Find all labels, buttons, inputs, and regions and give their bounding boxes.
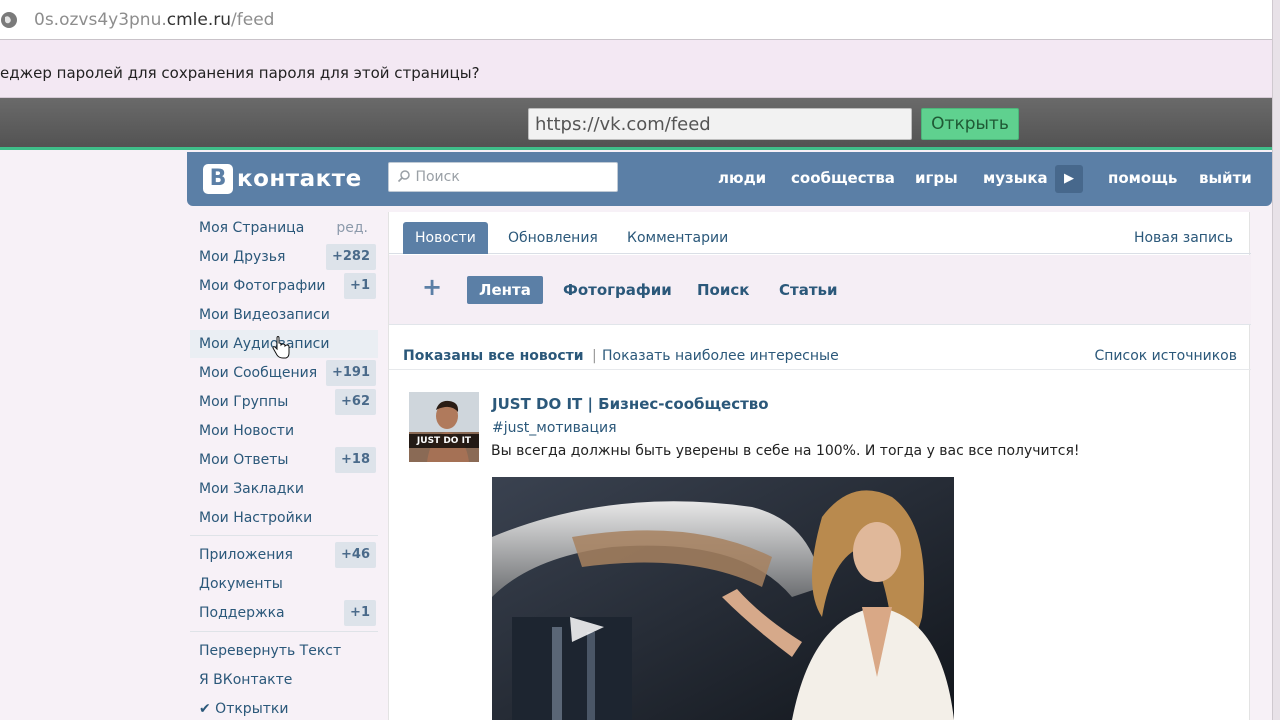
avatar-image [409, 392, 479, 462]
new-post-link[interactable]: Новая запись [1134, 230, 1233, 246]
nav-help[interactable]: помощь [1108, 169, 1177, 187]
menu-apps[interactable]: Приложения +46 [190, 541, 378, 569]
count-badge: +282 [325, 244, 376, 270]
edit-link[interactable]: ред. [336, 220, 368, 236]
filter-all-news[interactable]: Показаны все новости [403, 348, 584, 364]
menu-i-vkontakte[interactable]: Я ВКонтакте [190, 666, 378, 694]
browser-scrollbar[interactable] [1272, 0, 1280, 720]
menu-my-videos[interactable]: Мои Видеозаписи [190, 301, 378, 329]
vk-logo[interactable]: В контакте [203, 164, 362, 194]
vk-header: В контакте Поиск люди сообщества игры му… [187, 152, 1272, 206]
browser-address-bar: 0s.ozvs4y3pnu.cmle.ru/feed [0, 0, 1280, 40]
password-manager-bar: еджер паролей для сохранения пароля для … [0, 40, 1272, 98]
count-badge: +1 [344, 273, 376, 299]
post-author-avatar[interactable]: JUST DO IT [409, 392, 479, 462]
menu-support[interactable]: Поддержка +1 [190, 599, 378, 627]
tab-news[interactable]: Новости [403, 222, 488, 254]
count-badge: +18 [335, 447, 376, 473]
menu-divider [190, 631, 378, 632]
subtab-articles[interactable]: Статьи [767, 276, 850, 304]
site-info-icon[interactable] [0, 10, 20, 30]
news-feed: Новости Обновления Комментарии Новая зап… [388, 212, 1251, 720]
tab-updates[interactable]: Обновления [496, 222, 610, 254]
nav-games[interactable]: игры [915, 169, 958, 187]
add-list-icon[interactable]: + [422, 275, 442, 299]
menu-my-friends[interactable]: Мои Друзья +282 [190, 243, 378, 271]
count-badge: +62 [335, 389, 376, 415]
menu-my-photos[interactable]: Мои Фотографии +1 [190, 272, 378, 300]
filter-most-interesting[interactable]: Показать наиболее интересные [602, 348, 839, 364]
feed-subtabs: + Лента Фотографии Поиск Статьи [389, 255, 1251, 325]
nav-communities[interactable]: сообщества [791, 169, 895, 187]
menu-my-groups[interactable]: Мои Группы +62 [190, 388, 378, 416]
redirect-bar: https://vk.com/feed Открыть [0, 98, 1272, 150]
post-author-name[interactable]: JUST DO IT | Бизнес-сообщество [492, 395, 769, 413]
vk-logo-icon: В [203, 164, 233, 194]
menu-flip-text[interactable]: Перевернуть Текст [190, 637, 378, 665]
search-placeholder: Поиск [415, 169, 460, 185]
menu-postcards[interactable]: ✔ Открытки [190, 695, 378, 720]
count-badge: +1 [344, 600, 376, 626]
menu-my-audio[interactable]: Мои Аудиозаписи [190, 330, 378, 359]
tab-comments[interactable]: Комментарии [615, 222, 740, 254]
feed-tabs: Новости Обновления Комментарии Новая зап… [389, 212, 1251, 254]
post-photo[interactable] [492, 477, 954, 720]
subtab-feed[interactable]: Лента [467, 276, 543, 304]
vk-logo-text: контакте [237, 166, 362, 192]
count-badge: +191 [325, 360, 376, 386]
avatar-caption: JUST DO IT [409, 434, 479, 448]
menu-divider [190, 535, 378, 536]
menu-my-page[interactable]: Моя Страница ред. [190, 214, 378, 242]
menu-my-news[interactable]: Мои Новости [190, 417, 378, 445]
search-input[interactable]: Поиск [388, 162, 618, 192]
menu-my-messages[interactable]: Мои Сообщения +191 [190, 359, 378, 387]
nav-music[interactable]: музыка [983, 169, 1048, 187]
post-image [492, 477, 954, 720]
open-button[interactable]: Открыть [921, 108, 1019, 140]
count-badge: +46 [335, 542, 376, 568]
filter-separator: | [592, 348, 597, 364]
subtab-search[interactable]: Поиск [685, 276, 761, 304]
nav-people[interactable]: люди [718, 169, 766, 187]
post-hashtag[interactable]: #just_мотивация [492, 420, 617, 436]
nav-logout[interactable]: выйти [1199, 169, 1252, 187]
subtab-photos[interactable]: Фотографии [551, 276, 684, 304]
post-text: Вы всегда должны быть уверены в себе на … [491, 443, 1080, 459]
menu-my-bookmarks[interactable]: Мои Закладки [190, 475, 378, 503]
password-manager-message: еджер паролей для сохранения пароля для … [0, 64, 480, 82]
feed-filter-row: Показаны все новости | Показать наиболее… [389, 326, 1251, 370]
search-icon [397, 170, 410, 183]
play-icon[interactable]: ▶ [1055, 165, 1083, 193]
menu-my-answers[interactable]: Мои Ответы +18 [190, 446, 378, 474]
sources-list-link[interactable]: Список источников [1094, 348, 1237, 364]
menu-my-settings[interactable]: Мои Настройки [190, 504, 378, 532]
hand-cursor-icon [272, 336, 290, 359]
redirect-url-field[interactable]: https://vk.com/feed [528, 108, 912, 140]
address-url[interactable]: 0s.ozvs4y3pnu.cmle.ru/feed [34, 10, 274, 30]
menu-documents[interactable]: Документы [190, 570, 378, 598]
